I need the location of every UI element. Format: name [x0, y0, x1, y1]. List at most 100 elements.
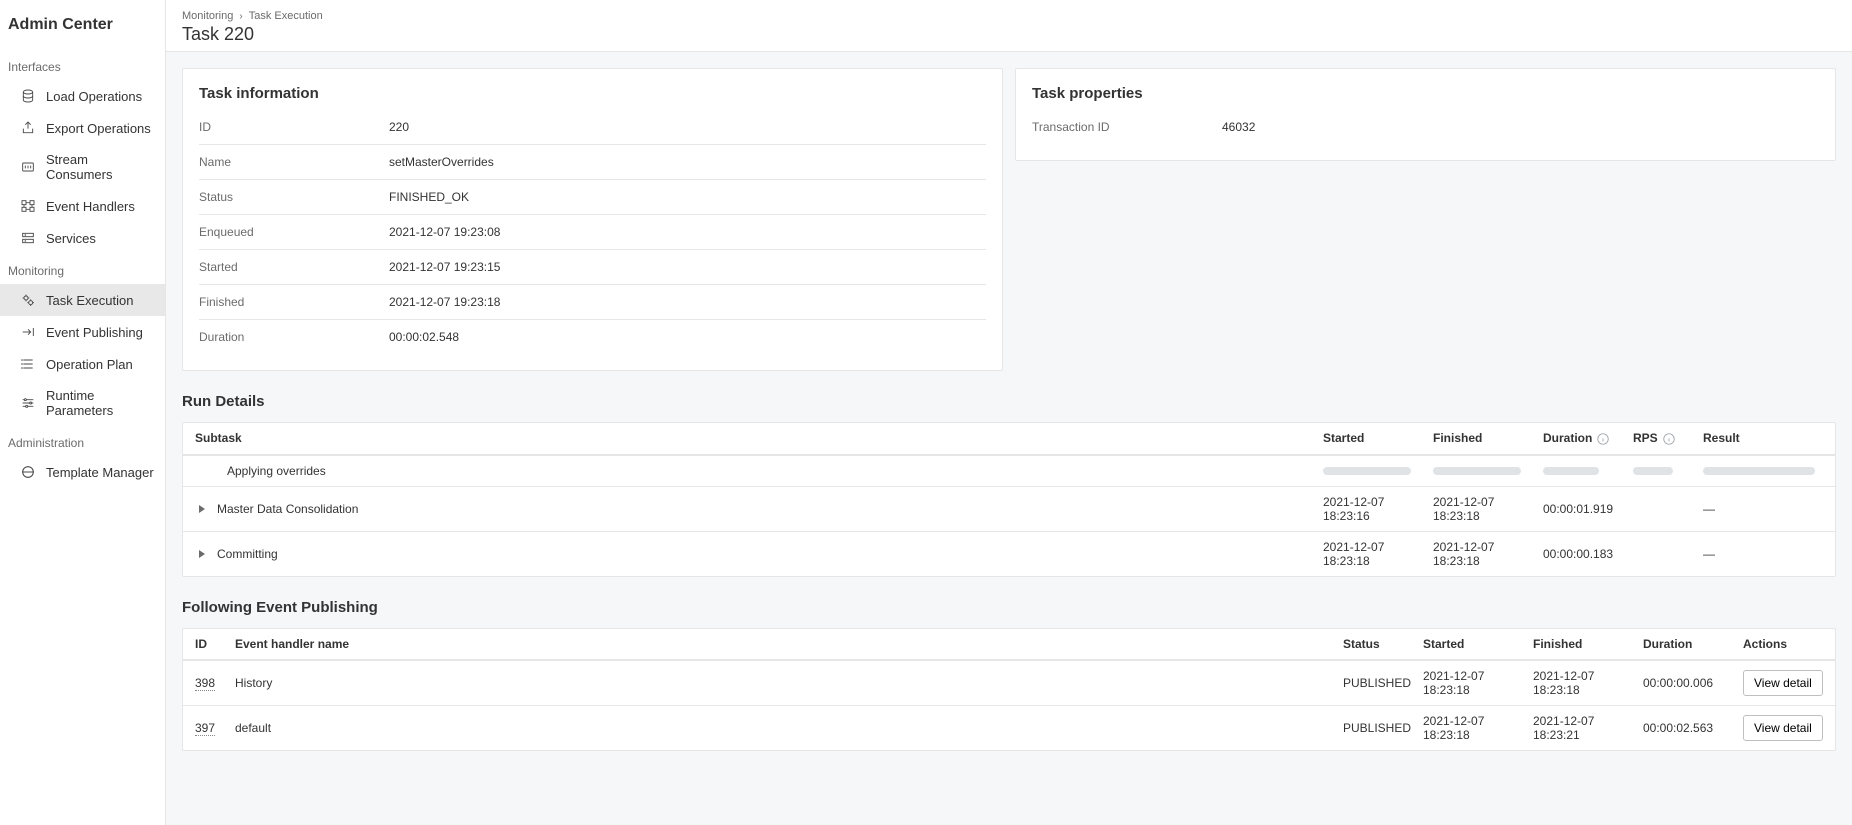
- event-id-link[interactable]: 398: [195, 676, 215, 691]
- view-detail-button[interactable]: View detail: [1743, 670, 1823, 696]
- task-info-row: Started2021-12-07 19:23:15: [199, 250, 986, 285]
- event-name-cell: History: [235, 676, 1343, 690]
- sidebar-item-label: Services: [46, 231, 96, 246]
- sidebar-item-operation-plan[interactable]: Operation Plan: [0, 348, 165, 380]
- task-info-value: 00:00:02.548: [389, 330, 986, 344]
- sidebar-item-event-publishing[interactable]: Event Publishing: [0, 316, 165, 348]
- col-status: Status: [1343, 637, 1423, 651]
- sidebar-item-label: Event Handlers: [46, 199, 135, 214]
- col-started: Started: [1423, 637, 1533, 651]
- event-duration-cell: 00:00:02.563: [1643, 721, 1743, 735]
- event-finished-cell: 2021-12-07 18:23:18: [1533, 669, 1643, 697]
- skeleton-bar: [1433, 467, 1521, 475]
- publish-icon: [20, 324, 36, 340]
- breadcrumb: Monitoring › Task Execution: [182, 10, 1836, 22]
- plan-icon: [20, 356, 36, 372]
- task-info-key: Status: [199, 190, 389, 204]
- sidebar-item-label: Export Operations: [46, 121, 151, 136]
- breadcrumb-item[interactable]: Monitoring: [182, 10, 233, 22]
- app-title: Admin Center: [0, 16, 165, 50]
- task-info-key: Finished: [199, 295, 389, 309]
- task-information-title: Task information: [199, 85, 986, 102]
- sidebar: Admin Center Interfaces Load Operations Ex…: [0, 0, 166, 825]
- event-publishing-row: 398HistoryPUBLISHED2021-12-07 18:23:1820…: [183, 660, 1835, 705]
- started-cell: 2021-12-07 18:23:18: [1323, 540, 1433, 568]
- result-cell: —: [1703, 502, 1823, 516]
- task-info-row: NamesetMasterOverrides: [199, 145, 986, 180]
- task-info-key: Duration: [199, 330, 389, 344]
- sidebar-section-label: Monitoring: [0, 254, 165, 284]
- col-id: ID: [195, 637, 235, 651]
- sidebar-item-event-handlers[interactable]: Event Handlers: [0, 190, 165, 222]
- task-properties-title: Task properties: [1032, 85, 1819, 102]
- expand-icon[interactable]: [195, 502, 209, 516]
- sidebar-item-services[interactable]: Services: [0, 222, 165, 254]
- handlers-icon: [20, 198, 36, 214]
- started-cell: 2021-12-07 18:23:16: [1323, 495, 1433, 523]
- task-info-key: Started: [199, 260, 389, 274]
- sidebar-item-template-manager[interactable]: Template Manager: [0, 456, 165, 488]
- sidebar-item-task-execution[interactable]: Task Execution: [0, 284, 165, 316]
- col-rps: RPS: [1633, 431, 1703, 446]
- sidebar-item-label: Event Publishing: [46, 325, 143, 340]
- run-details-title: Run Details: [182, 393, 1836, 410]
- event-status-cell: PUBLISHED: [1343, 721, 1423, 735]
- task-info-row: Enqueued2021-12-07 19:23:08: [199, 215, 986, 250]
- sidebar-item-load-operations[interactable]: Load Operations: [0, 80, 165, 112]
- col-duration: Duration: [1643, 637, 1743, 651]
- info-icon[interactable]: [1596, 432, 1610, 446]
- export-icon: [20, 120, 36, 136]
- duration-cell: 00:00:01.919: [1543, 502, 1633, 516]
- params-icon: [20, 395, 36, 411]
- view-detail-button[interactable]: View detail: [1743, 715, 1823, 741]
- load-icon: [20, 88, 36, 104]
- task-info-row: ID220: [199, 110, 986, 145]
- event-status-cell: PUBLISHED: [1343, 676, 1423, 690]
- event-duration-cell: 00:00:00.006: [1643, 676, 1743, 690]
- sidebar-section-label: Interfaces: [0, 50, 165, 80]
- event-name-cell: default: [235, 721, 1343, 735]
- col-duration: Duration: [1543, 431, 1633, 446]
- expand-icon[interactable]: [195, 547, 209, 561]
- col-started: Started: [1323, 431, 1433, 445]
- chevron-right-icon: ›: [239, 11, 242, 22]
- run-details-header: SubtaskStartedFinishedDurationRPSResult: [183, 423, 1835, 455]
- task-info-value: FINISHED_OK: [389, 190, 986, 204]
- result-cell: —: [1703, 547, 1823, 561]
- run-details-row: Applying overrides: [183, 455, 1835, 486]
- task-info-key: Name: [199, 155, 389, 169]
- event-publishing-table: IDEvent handler nameStatusStartedFinishe…: [182, 628, 1836, 751]
- breadcrumb-item[interactable]: Task Execution: [249, 10, 323, 22]
- task-info-value: 2021-12-07 19:23:18: [389, 295, 986, 309]
- subtask-name: Applying overrides: [227, 464, 326, 478]
- sidebar-item-runtime-parameters[interactable]: Runtime Parameters: [0, 380, 165, 426]
- skeleton-bar: [1703, 467, 1815, 475]
- info-icon[interactable]: [1662, 432, 1676, 446]
- page-title: Task 220: [182, 24, 1836, 45]
- main-content: Task information ID220NamesetMasterOverr…: [166, 52, 1852, 825]
- template-icon: [20, 464, 36, 480]
- task-info-row: Duration00:00:02.548: [199, 320, 986, 354]
- sidebar-item-stream-consumers[interactable]: Stream Consumers: [0, 144, 165, 190]
- task-info-key: ID: [199, 120, 389, 134]
- col-finished: Finished: [1433, 431, 1543, 445]
- task-info-row: StatusFINISHED_OK: [199, 180, 986, 215]
- sidebar-item-label: Task Execution: [46, 293, 133, 308]
- finished-cell: 2021-12-07 18:23:18: [1433, 540, 1543, 568]
- subtask-name: Committing: [217, 547, 278, 561]
- run-details-table: SubtaskStartedFinishedDurationRPSResult A…: [182, 422, 1836, 577]
- finished-cell: 2021-12-07 18:23:18: [1433, 495, 1543, 523]
- task-info-value: 220: [389, 120, 986, 134]
- skeleton-bar: [1633, 467, 1673, 475]
- topbar: Monitoring › Task Execution Task 220: [166, 0, 1852, 52]
- event-id-link[interactable]: 397: [195, 721, 215, 736]
- event-publishing-title: Following Event Publishing: [182, 599, 1836, 616]
- sidebar-item-label: Load Operations: [46, 89, 142, 104]
- col-subtask: Subtask: [195, 431, 1323, 445]
- col-name: Event handler name: [235, 637, 1343, 651]
- event-finished-cell: 2021-12-07 18:23:21: [1533, 714, 1643, 742]
- sidebar-item-label: Stream Consumers: [46, 152, 157, 182]
- sidebar-item-export-operations[interactable]: Export Operations: [0, 112, 165, 144]
- task-info-value: 2021-12-07 19:23:08: [389, 225, 986, 239]
- task-info-value: setMasterOverrides: [389, 155, 986, 169]
